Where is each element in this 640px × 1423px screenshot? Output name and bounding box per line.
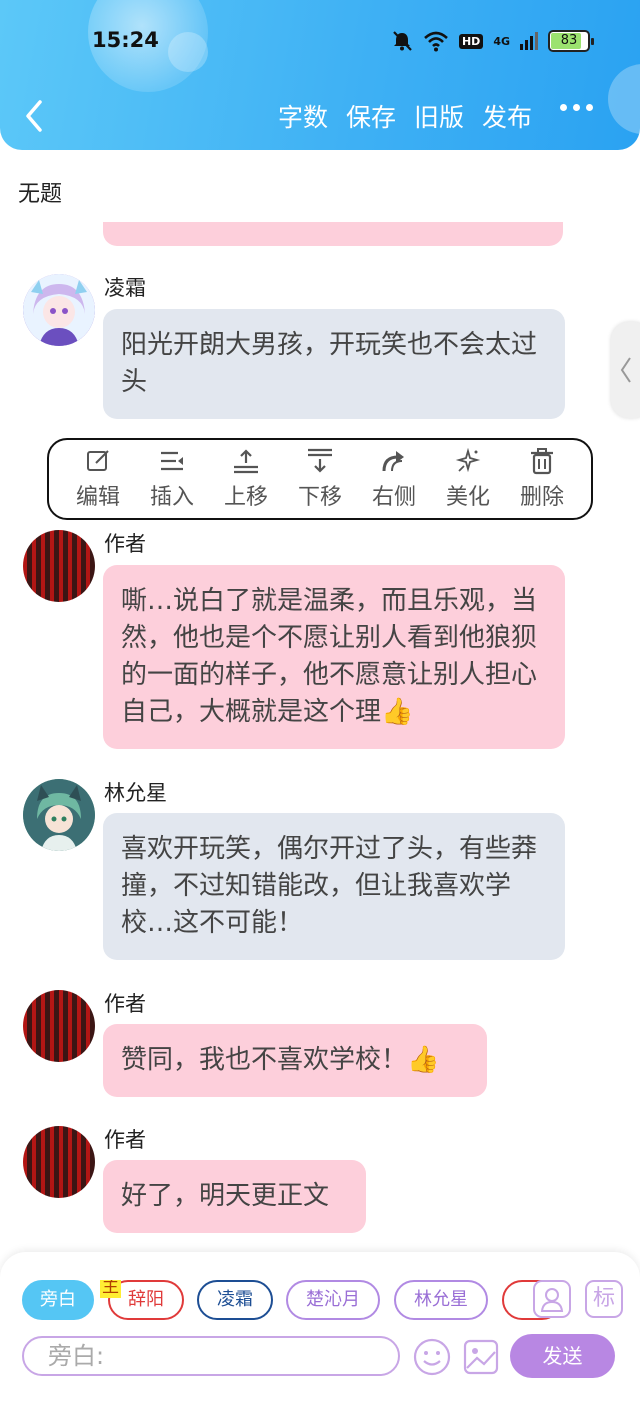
character-chip-linshuang[interactable]: 凌霜 <box>197 1280 273 1320</box>
message-input[interactable]: 旁白: <box>22 1336 400 1376</box>
tool-label: 右侧 <box>371 485 416 510</box>
move-down-icon <box>308 448 332 473</box>
message-bubble-partial <box>103 222 563 246</box>
move-up-button[interactable]: 上移 <box>213 447 279 511</box>
character-chip-linyunxing[interactable]: 林允星 <box>394 1280 488 1320</box>
user-icon <box>540 1288 564 1312</box>
sender-name: 作者 <box>104 532 146 556</box>
signal-icon <box>520 32 538 50</box>
delete-button[interactable]: 删除 <box>509 447 575 511</box>
battery-level: 83 <box>560 33 578 48</box>
sender-name: 作者 <box>104 992 146 1016</box>
save-button[interactable]: 保存 <box>346 98 396 134</box>
insert-button[interactable]: 插入 <box>139 447 205 511</box>
main-character-tag: 主 <box>100 1280 121 1298</box>
status-icons: HD 4G 83 <box>391 28 594 54</box>
header-actions: 字数 保存 旧版 发布 <box>278 98 532 134</box>
message-bubble[interactable]: 赞同，我也不喜欢学校！👍 <box>103 1024 487 1097</box>
app-header: 15:24 HD 4G 83 字数 保存 旧版 发布 <box>0 0 640 150</box>
avatar[interactable] <box>23 779 95 851</box>
sender-name: 林允星 <box>104 781 167 805</box>
character-chip-list[interactable]: 旁白 辞阳 主 凌霜 楚沁月 林允星 <box>22 1280 622 1322</box>
avatar[interactable] <box>23 1126 95 1198</box>
tool-label: 编辑 <box>75 485 120 510</box>
wifi-icon <box>424 31 448 52</box>
battery-icon: 83 <box>548 30 594 52</box>
sparkle-icon <box>455 447 481 473</box>
insert-icon <box>161 451 183 471</box>
redo-arrow-icon <box>382 451 404 472</box>
message-bubble[interactable]: 好了，明天更正文 <box>103 1160 366 1233</box>
edit-button[interactable]: 编辑 <box>65 447 131 511</box>
beautify-button[interactable]: 美化 <box>435 447 501 511</box>
document-title[interactable]: 无题 <box>18 176 62 208</box>
character-chip-chuqinyue[interactable]: 楚沁月 <box>286 1280 380 1320</box>
emoji-icon[interactable] <box>412 1337 452 1377</box>
tool-label: 下移 <box>297 485 342 510</box>
anime-boy-avatar-icon <box>23 779 95 851</box>
old-version-button[interactable]: 旧版 <box>414 98 464 134</box>
mute-bell-icon <box>393 31 412 51</box>
avatar[interactable] <box>23 530 95 602</box>
message-bubble[interactable]: 喜欢开玩笑，偶尔开过了头，有些莽撞，不过知错能改，但让我喜欢学校…这不可能！ <box>103 813 565 960</box>
tool-label: 删除 <box>519 485 564 510</box>
message-bubble[interactable]: 阳光开朗大男孩，开玩笑也不会太过头 <box>103 309 565 419</box>
tool-label: 上移 <box>223 485 268 510</box>
hd-badge: HD <box>458 33 484 49</box>
trash-icon <box>531 448 553 475</box>
decorative-bubble <box>168 32 208 72</box>
edit-icon <box>87 450 109 471</box>
message-action-toolbar: 编辑 插入 上移 下移 右侧 美化 删除 <box>47 438 593 520</box>
more-icon[interactable] <box>560 104 593 111</box>
sender-name: 凌霜 <box>104 276 146 300</box>
image-icon[interactable] <box>462 1338 500 1376</box>
avatar[interactable] <box>23 274 95 346</box>
side-drawer-handle[interactable] <box>611 322 640 418</box>
avatar[interactable] <box>23 990 95 1062</box>
chevron-left-icon <box>620 357 631 383</box>
send-button[interactable]: 发送 <box>510 1334 615 1378</box>
tag-button[interactable]: 标 <box>585 1280 623 1318</box>
move-down-button[interactable]: 下移 <box>287 447 353 511</box>
character-manage-button[interactable] <box>533 1280 571 1318</box>
decorative-bubble <box>608 64 640 134</box>
tool-label: 插入 <box>149 485 194 510</box>
sender-name: 作者 <box>104 1128 146 1152</box>
word-count-button[interactable]: 字数 <box>278 98 328 134</box>
status-time: 15:24 <box>92 28 159 52</box>
move-up-icon <box>234 449 258 474</box>
publish-button[interactable]: 发布 <box>482 98 532 134</box>
right-side-button[interactable]: 右侧 <box>361 447 427 511</box>
network-type: 4G <box>493 34 510 48</box>
message-bubble[interactable]: 嘶…说白了就是温柔，而且乐观，当然，他也是个不愿让别人看到他狼狈的一面的样子，他… <box>103 565 565 749</box>
tool-label: 美化 <box>445 485 490 510</box>
anime-girl-avatar-icon <box>23 274 95 346</box>
back-arrow-icon[interactable] <box>20 96 50 136</box>
character-chip-narration[interactable]: 旁白 <box>22 1280 94 1320</box>
